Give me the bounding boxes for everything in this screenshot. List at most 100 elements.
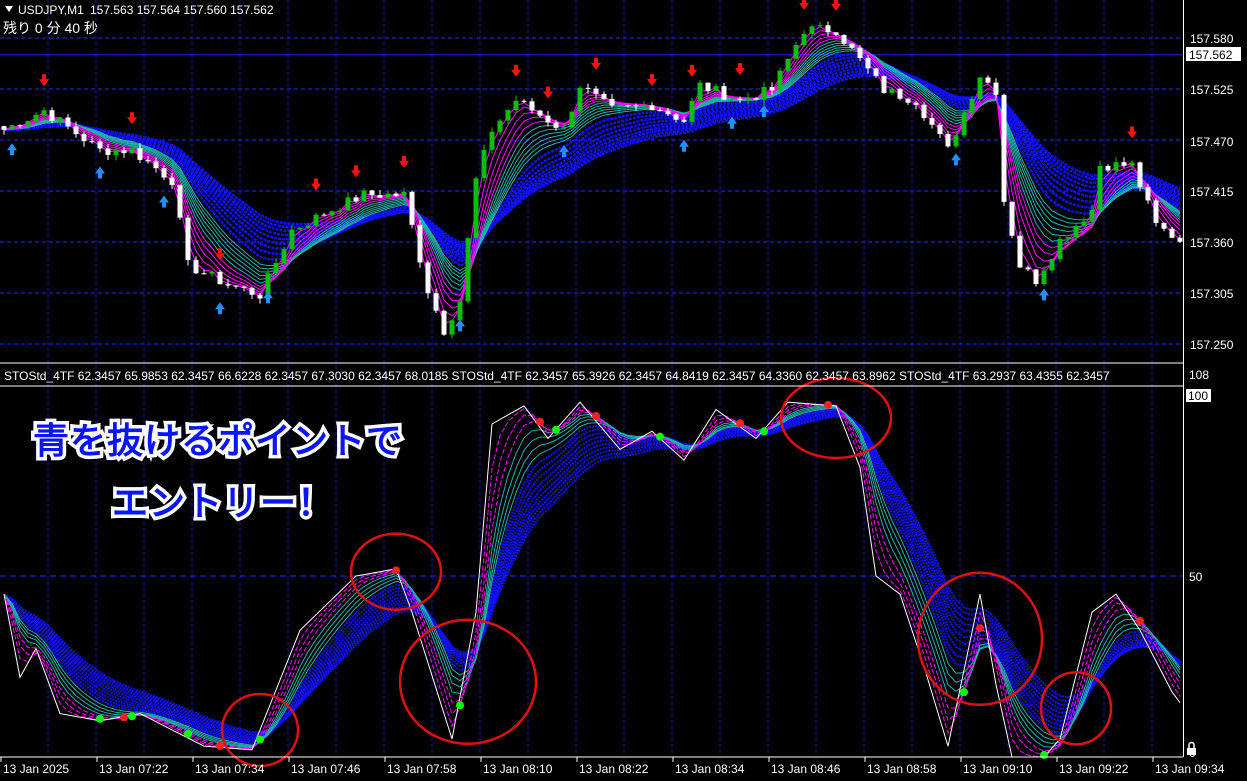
indicator-axis[interactable]: 108 100 50 0	[1186, 368, 1211, 760]
red-dot	[392, 566, 400, 575]
candle-body	[809, 26, 815, 34]
candle-body	[665, 110, 671, 115]
green-dot	[552, 425, 560, 434]
time-label: 13 Jan 08:34	[675, 762, 745, 776]
candle	[329, 210, 335, 220]
candle	[721, 82, 727, 101]
candle-body	[1025, 267, 1031, 270]
candle-body	[441, 310, 447, 335]
candle	[817, 21, 823, 28]
candle-body	[1121, 162, 1127, 166]
buy-arrow-icon	[215, 302, 225, 315]
candle-body	[553, 122, 559, 128]
candle-body	[353, 197, 359, 202]
candle-body	[721, 86, 727, 100]
price-label: 157.415	[1190, 185, 1234, 199]
candle-body	[281, 249, 287, 264]
candle-body	[929, 117, 935, 125]
candle-body	[497, 120, 503, 132]
candle-body	[249, 287, 255, 295]
candle-body	[433, 293, 439, 311]
candle-body	[201, 273, 207, 275]
candle	[697, 79, 703, 102]
candle-body	[89, 141, 95, 143]
sell-arrow-icon	[799, 0, 809, 10]
green-dot	[456, 701, 464, 710]
candle	[1073, 223, 1079, 241]
sell-arrow-icon	[399, 155, 409, 168]
bar-timer: 残り 0 分 40 秒	[3, 20, 98, 36]
candle	[801, 30, 807, 48]
candle-body	[449, 320, 455, 335]
time-label: 13 Jan 07:58	[387, 762, 457, 776]
trading-chart[interactable]: USDJPY,M1 157.563 157.564 157.560 157.56…	[0, 0, 1247, 781]
candle-body	[9, 125, 15, 130]
candle	[177, 184, 183, 220]
sell-arrow-icon	[215, 248, 225, 261]
candle-body	[769, 87, 775, 91]
candle	[1017, 231, 1023, 268]
red-dot	[216, 741, 224, 750]
candle-body	[913, 102, 919, 105]
time-label: 13 Jan 2025	[3, 762, 69, 776]
time-label: 13 Jan 09:22	[1059, 762, 1129, 776]
symbol-label[interactable]: USDJPY,M1	[18, 3, 84, 17]
candle	[545, 111, 551, 127]
candle-body	[193, 259, 199, 274]
candle-body	[361, 190, 367, 202]
candle-body	[737, 98, 743, 100]
candle-body	[289, 229, 295, 250]
candle	[793, 41, 799, 60]
candle	[977, 76, 983, 102]
candle-body	[313, 214, 319, 226]
candle	[537, 109, 543, 118]
candle-body	[753, 98, 759, 100]
candle	[513, 95, 519, 114]
candle-body	[745, 98, 751, 100]
price-label: 157.360	[1190, 236, 1234, 250]
candle-body	[73, 126, 79, 135]
candle-body	[537, 110, 543, 116]
candle	[529, 98, 535, 114]
candle-body	[977, 77, 983, 99]
candle-body	[825, 25, 831, 33]
candle-body	[153, 161, 159, 169]
candle-body	[177, 184, 183, 218]
candle-body	[561, 127, 567, 129]
red-dot	[536, 417, 544, 426]
candle-body	[481, 149, 487, 179]
stoch-line-slow	[3, 415, 1181, 734]
green-dot	[760, 427, 768, 436]
time-axis[interactable]: 13 Jan 2025 13 Jan 07:22 13 Jan 07:34 13 Ja…	[0, 757, 1225, 776]
red-dot	[824, 400, 832, 409]
red-dot	[1136, 616, 1144, 625]
sell-arrow-icon	[311, 178, 321, 191]
candle	[889, 87, 895, 95]
triangle-down-icon[interactable]	[5, 6, 13, 12]
price-axis[interactable]: 157.580 157.562 157.525 157.470 157.415 …	[1186, 32, 1241, 352]
buy-arrow-icon	[7, 143, 17, 156]
lock-icon[interactable]	[1187, 741, 1196, 756]
candle-body	[633, 105, 639, 107]
candle	[1097, 160, 1103, 212]
candle-body	[673, 114, 679, 120]
candle-body	[1017, 235, 1023, 268]
buy-arrow-icon	[455, 319, 465, 332]
candles	[1, 21, 1183, 339]
buy-arrow-icon	[159, 195, 169, 208]
time-label: 13 Jan 08:46	[771, 762, 841, 776]
green-dot	[128, 712, 136, 721]
candle-body	[273, 263, 279, 274]
candle-body	[921, 104, 927, 118]
candle-body	[185, 217, 191, 260]
candle	[1137, 161, 1143, 192]
indicator-level-label: 50	[1189, 570, 1203, 584]
candle-body	[321, 214, 327, 216]
candle-body	[817, 25, 823, 27]
candle-body	[681, 119, 687, 122]
candle-body	[777, 70, 783, 91]
candle	[881, 75, 887, 94]
candle-body	[297, 227, 303, 230]
candle-body	[1161, 222, 1167, 229]
candle	[9, 124, 15, 131]
